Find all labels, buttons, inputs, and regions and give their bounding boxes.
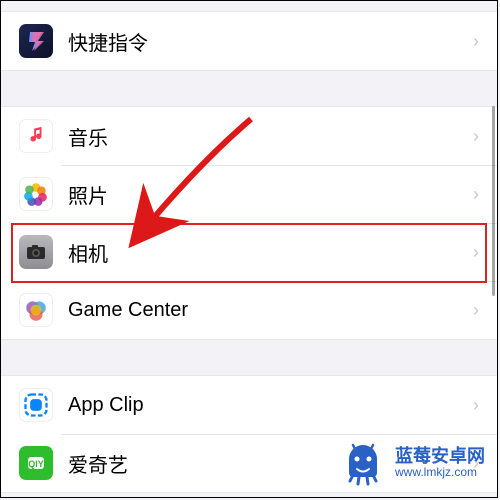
watermark-title: 蓝莓安卓网 bbox=[395, 446, 485, 467]
row-label: 照片 bbox=[68, 180, 473, 209]
watermark: 蓝莓安卓网 www.lmkjz.com bbox=[339, 439, 485, 487]
row-label: 快捷指令 bbox=[68, 27, 473, 56]
iqiyi-icon: iQIYI bbox=[19, 446, 53, 480]
watermark-url: www.lmkjz.com bbox=[395, 466, 485, 480]
settings-group-2: 音乐 › 照片 › 相机 › bbox=[1, 106, 497, 340]
row-appclip[interactable]: App Clip › bbox=[1, 376, 497, 434]
svg-text:iQIYI: iQIYI bbox=[26, 459, 47, 469]
row-gamecenter[interactable]: Game Center › bbox=[1, 281, 497, 339]
camera-icon bbox=[19, 235, 53, 269]
row-label: 相机 bbox=[68, 238, 473, 267]
scrollbar-indicator bbox=[492, 106, 495, 296]
settings-list: 快捷指令 › 音乐 › 照片 bbox=[0, 0, 498, 498]
row-label: App Clip bbox=[68, 394, 473, 417]
chevron-right-icon: › bbox=[473, 126, 479, 147]
appclip-icon bbox=[19, 388, 53, 422]
chevron-right-icon: › bbox=[473, 300, 479, 321]
row-camera[interactable]: 相机 › bbox=[1, 223, 497, 281]
row-label: Game Center bbox=[68, 299, 473, 322]
shortcuts-icon bbox=[19, 24, 53, 58]
chevron-right-icon: › bbox=[473, 184, 479, 205]
watermark-mascot-icon bbox=[339, 439, 387, 487]
row-music[interactable]: 音乐 › bbox=[1, 107, 497, 165]
gamecenter-icon bbox=[19, 293, 53, 327]
settings-group-1: 快捷指令 › bbox=[1, 11, 497, 71]
chevron-right-icon: › bbox=[473, 31, 479, 52]
row-label: 音乐 bbox=[68, 122, 473, 151]
chevron-right-icon: › bbox=[473, 395, 479, 416]
row-shortcuts[interactable]: 快捷指令 › bbox=[1, 12, 497, 70]
row-photos[interactable]: 照片 › bbox=[1, 165, 497, 223]
chevron-right-icon: › bbox=[473, 242, 479, 263]
photos-icon bbox=[19, 177, 53, 211]
music-icon bbox=[19, 119, 53, 153]
watermark-text: 蓝莓安卓网 www.lmkjz.com bbox=[395, 446, 485, 480]
